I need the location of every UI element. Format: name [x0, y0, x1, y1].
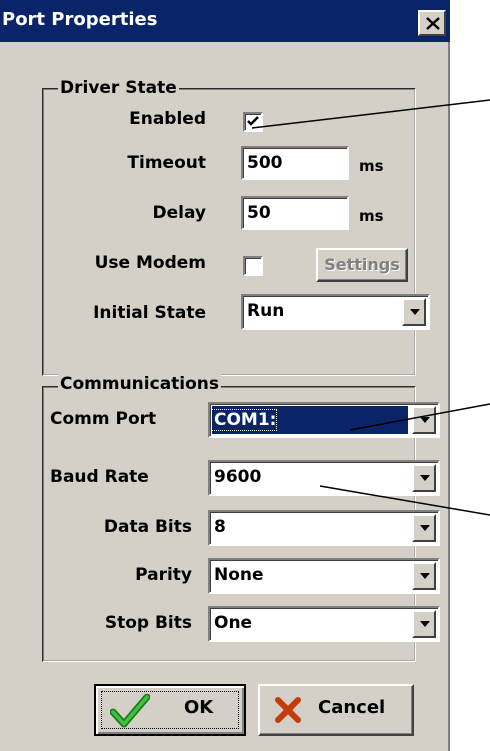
- delay-label: Delay: [152, 203, 207, 223]
- use-modem-checkbox[interactable]: [243, 256, 263, 276]
- use-modem-label: Use Modem: [94, 253, 206, 273]
- close-button[interactable]: [418, 10, 446, 36]
- stop-bits-value: One: [214, 613, 253, 633]
- initial-state-value: Run: [247, 301, 285, 321]
- chevron-down-icon[interactable]: [412, 562, 436, 590]
- comm-port-select[interactable]: COM1:: [208, 402, 440, 438]
- comm-port-value: COM1:: [210, 409, 278, 431]
- delay-unit: ms: [359, 207, 384, 225]
- enabled-checkbox[interactable]: [243, 112, 263, 132]
- stop-bits-label: Stop Bits: [104, 613, 192, 633]
- chevron-down-icon[interactable]: [402, 298, 426, 326]
- checkmark-icon: [110, 694, 150, 728]
- comm-port-label: Comm Port: [50, 409, 157, 429]
- parity-value: None: [214, 565, 264, 585]
- timeout-unit: ms: [359, 157, 384, 175]
- initial-state-select[interactable]: Run: [241, 294, 430, 330]
- baud-rate-value: 9600: [214, 467, 262, 487]
- cancel-button-label: Cancel: [318, 697, 386, 718]
- baud-rate-label: Baud Rate: [50, 467, 149, 487]
- settings-button[interactable]: Settings: [316, 248, 408, 282]
- timeout-label: Timeout: [127, 153, 206, 173]
- initial-state-label: Initial State: [93, 303, 206, 323]
- x-icon: [275, 697, 301, 723]
- baud-rate-select[interactable]: 9600: [208, 460, 440, 496]
- comm-port-selected: COM1:: [210, 406, 408, 434]
- driver-state-legend: Driver State: [58, 78, 179, 98]
- ok-button-label: OK: [184, 697, 214, 718]
- window-title: Port Properties: [2, 9, 158, 30]
- chevron-down-icon[interactable]: [412, 514, 436, 542]
- chevron-down-icon[interactable]: [412, 610, 436, 638]
- parity-select[interactable]: None: [208, 558, 440, 594]
- delay-input[interactable]: 50: [241, 196, 349, 230]
- close-icon: [426, 17, 440, 30]
- chevron-down-icon[interactable]: [412, 406, 436, 434]
- cancel-button[interactable]: Cancel: [258, 684, 414, 736]
- stop-bits-select[interactable]: One: [208, 606, 440, 642]
- timeout-input[interactable]: 500: [241, 146, 349, 180]
- communications-legend: Communications: [58, 374, 222, 394]
- timeout-value: 500: [247, 153, 283, 173]
- data-bits-label: Data Bits: [103, 517, 192, 537]
- settings-button-label: Settings: [324, 255, 400, 274]
- ok-button[interactable]: OK: [94, 684, 246, 736]
- enabled-label: Enabled: [129, 109, 206, 129]
- delay-value: 50: [247, 203, 271, 223]
- parity-label: Parity: [135, 565, 192, 585]
- data-bits-value: 8: [214, 517, 226, 537]
- data-bits-select[interactable]: 8: [208, 510, 440, 546]
- checkmark-icon: [247, 116, 259, 126]
- chevron-down-icon[interactable]: [412, 464, 436, 492]
